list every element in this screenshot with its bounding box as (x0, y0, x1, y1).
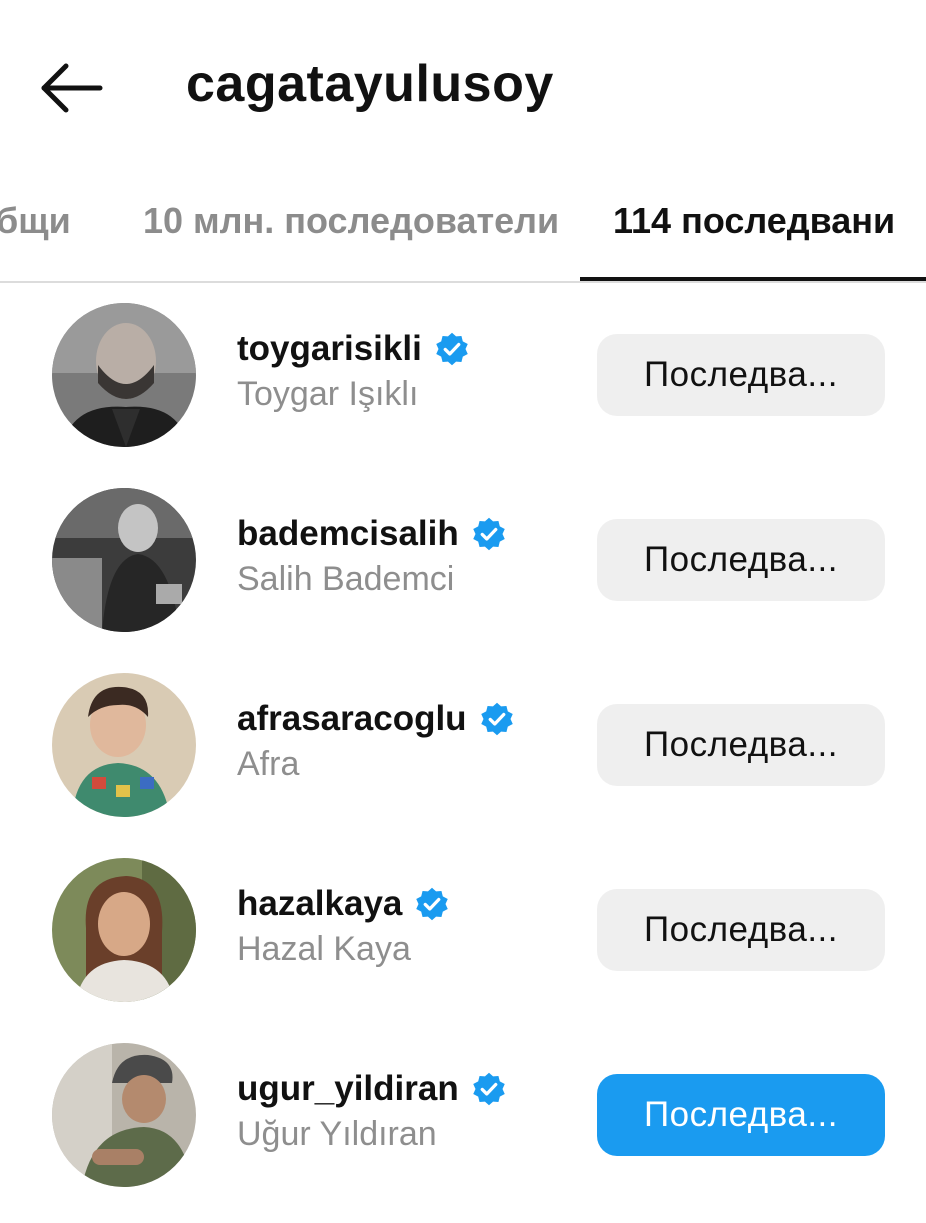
full-name: Salih Bademci (237, 560, 455, 598)
verified-badge-icon (471, 516, 507, 552)
arrow-left-icon (41, 63, 103, 113)
username: toygarisikli (237, 329, 422, 368)
following-button[interactable]: Последва... (597, 334, 885, 416)
list-item: ugur_yildiran Uğur Yıldıran Последва... (0, 1023, 926, 1208)
avatar[interactable] (52, 858, 196, 1002)
verified-badge-icon (434, 331, 470, 367)
tab-bar: общи 10 млн. последователи 114 последван… (0, 175, 926, 283)
username: bademcisalih (237, 514, 459, 553)
avatar[interactable] (52, 303, 196, 447)
tab-following[interactable]: 114 последвани (613, 200, 895, 242)
active-tab-indicator (580, 277, 926, 281)
following-button[interactable]: Последва... (597, 519, 885, 601)
following-button[interactable]: Последва... (597, 704, 885, 786)
avatar[interactable] (52, 1043, 196, 1187)
list-item: bademcisalih Salih Bademci Последва... (0, 468, 926, 653)
page-title: cagatayulusoy (186, 55, 554, 113)
avatar[interactable] (52, 488, 196, 632)
follow-back-button[interactable]: Последва... (597, 1074, 885, 1156)
list-item: afrasaracoglu Afra Последва... (0, 653, 926, 838)
back-button[interactable] (36, 58, 106, 118)
avatar[interactable] (52, 673, 196, 817)
username: ugur_yildiran (237, 1069, 459, 1108)
account-names[interactable]: toygarisikli Toygar Işıklı (237, 325, 470, 414)
full-name: Toygar Işıklı (237, 375, 419, 413)
verified-badge-icon (471, 1071, 507, 1107)
full-name: Hazal Kaya (237, 930, 411, 968)
account-names[interactable]: ugur_yildiran Uğur Yıldıran (237, 1065, 507, 1154)
full-name: Uğur Yıldıran (237, 1115, 437, 1153)
username: hazalkaya (237, 884, 403, 923)
list-item: hazalkaya Hazal Kaya Последва... (0, 838, 926, 1023)
verified-badge-icon (479, 701, 515, 737)
username: afrasaracoglu (237, 699, 467, 738)
list-item: toygarisikli Toygar Işıklı Последва... (0, 283, 926, 468)
top-bar: cagatayulusoy (0, 0, 926, 175)
verified-badge-icon (414, 886, 450, 922)
following-button[interactable]: Последва... (597, 889, 885, 971)
tab-followers[interactable]: 10 млн. последователи (143, 200, 559, 242)
full-name: Afra (237, 745, 300, 783)
account-names[interactable]: bademcisalih Salih Bademci (237, 510, 507, 599)
tab-mutual[interactable]: общи (0, 200, 71, 242)
account-names[interactable]: hazalkaya Hazal Kaya (237, 880, 450, 969)
account-names[interactable]: afrasaracoglu Afra (237, 695, 515, 784)
